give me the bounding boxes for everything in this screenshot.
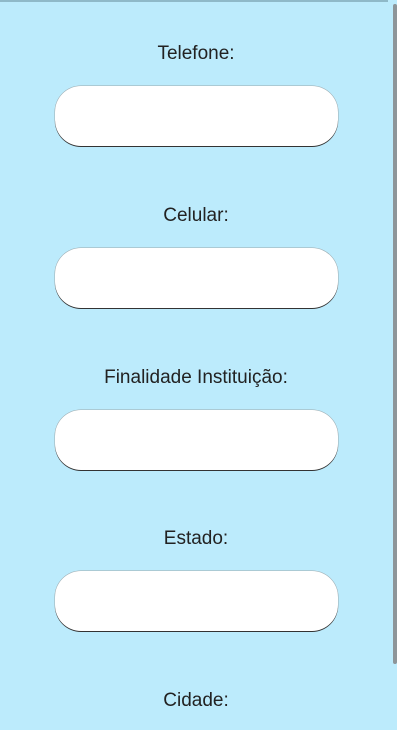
top-border: [0, 0, 400, 2]
telefone-input[interactable]: [55, 86, 338, 146]
celular-label: Celular:: [163, 205, 229, 226]
finalidade-instituicao-label: Finalidade Instituição:: [104, 367, 288, 388]
estado-input[interactable]: [55, 571, 338, 631]
estado-label: Estado:: [163, 528, 229, 549]
cidade-label: Cidade:: [163, 690, 229, 711]
telefone-label: Telefone:: [157, 43, 235, 64]
finalidade-instituicao-input[interactable]: [55, 410, 338, 470]
form-page: Telefone: Celular: Finalidade Instituiçã…: [0, 0, 400, 730]
celular-input[interactable]: [55, 248, 338, 308]
